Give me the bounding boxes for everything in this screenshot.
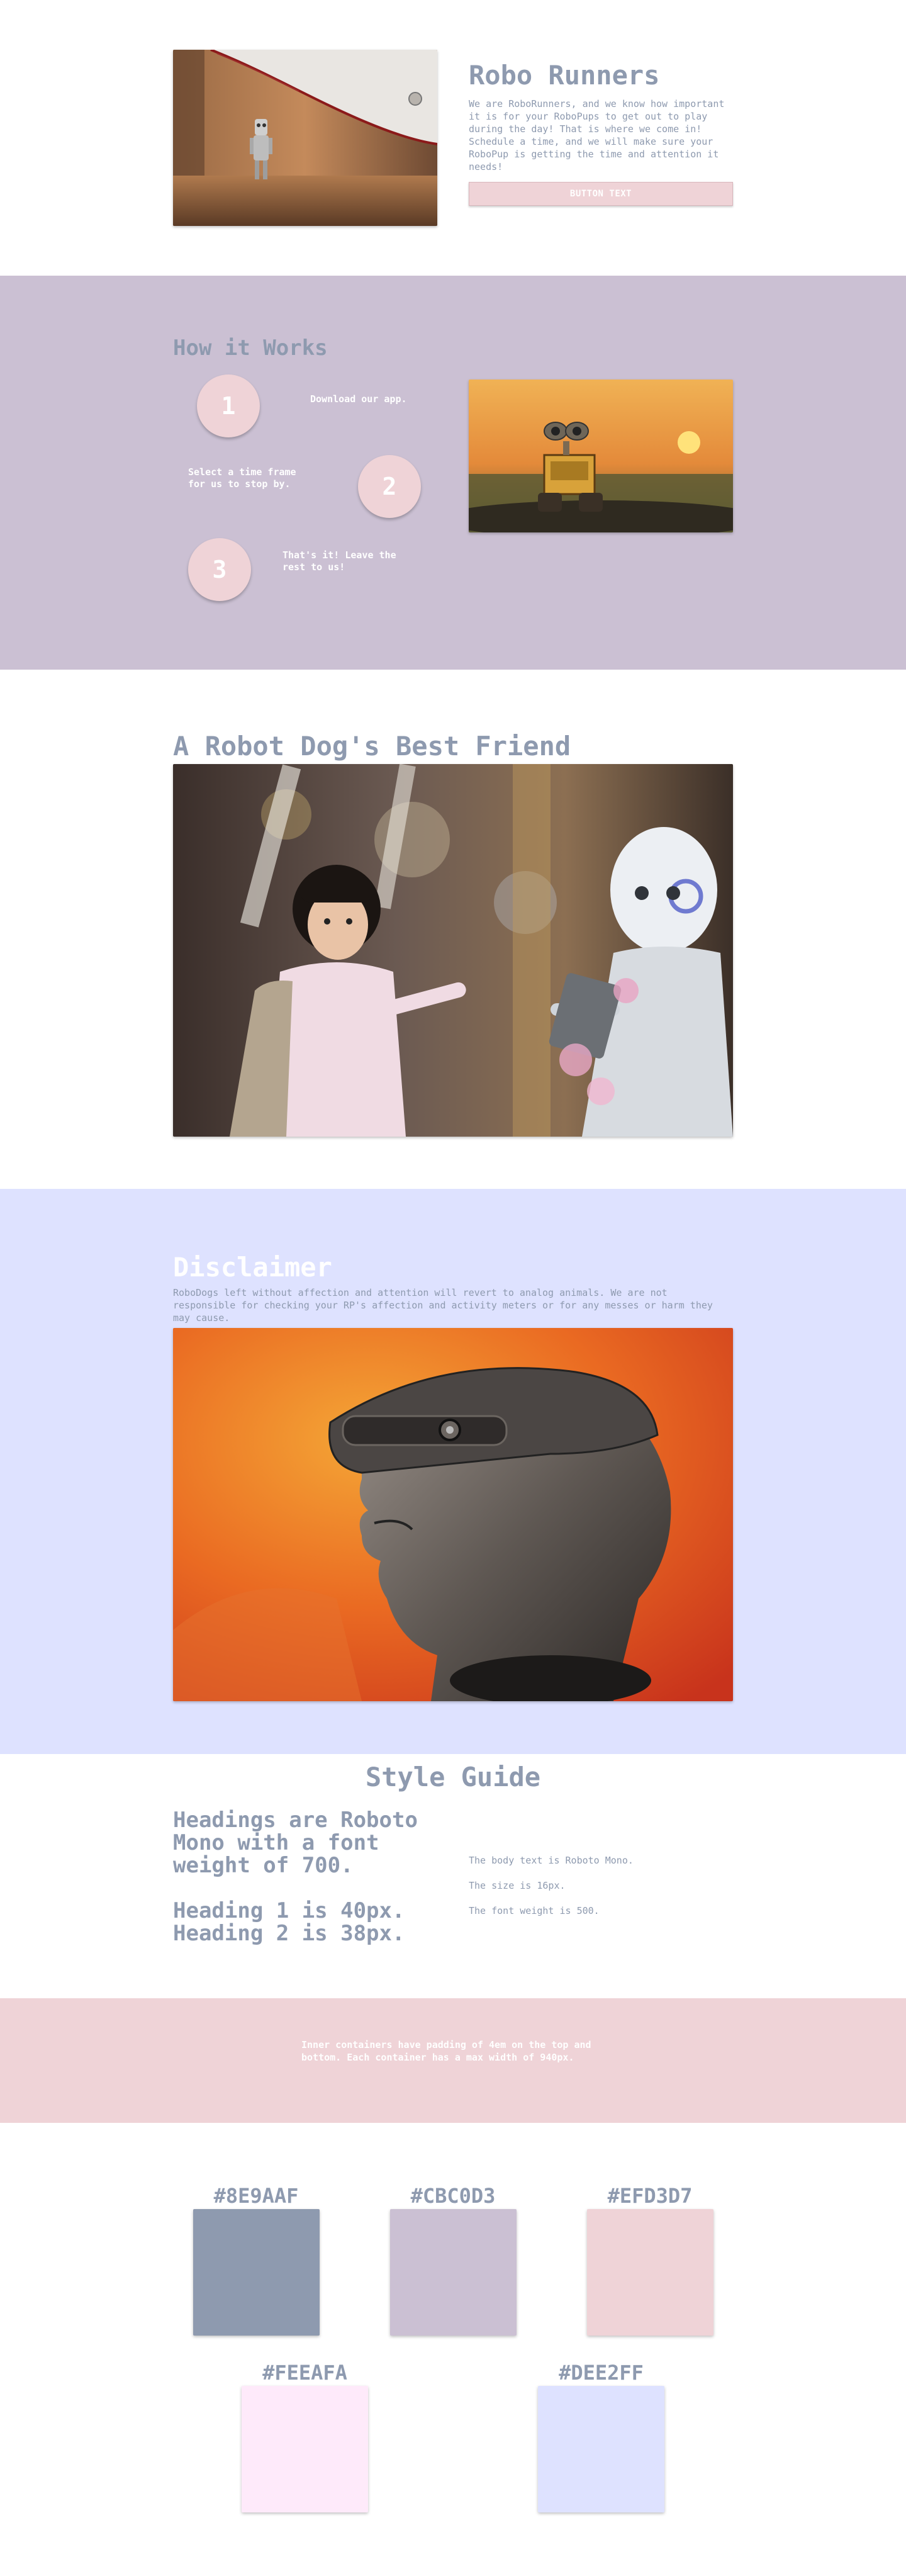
swatch-lilac: #CBC0D3 bbox=[389, 2184, 517, 2336]
best-friend-image bbox=[173, 764, 733, 1137]
swatch-blush: #FEEAFA bbox=[242, 2361, 368, 2512]
heading-note-font: Headings are Roboto Mono with a font wei… bbox=[173, 1808, 418, 1878]
body-note-font: The body text is Roboto Mono. bbox=[469, 1855, 634, 1866]
page-title: Robo Runners bbox=[469, 60, 660, 91]
swatch-color-box bbox=[538, 2386, 664, 2512]
hero-text: Robo Runners We are RoboRunners, and we … bbox=[469, 50, 733, 226]
step-2-text: Select a time frame for us to stop by. bbox=[188, 466, 296, 490]
hero-description: We are RoboRunners, and we know how impo… bbox=[469, 98, 725, 173]
inner-container-note: Inner containers have padding of 4em on … bbox=[301, 2039, 591, 2063]
style-guide-section: Style Guide Headings are Roboto Mono wit… bbox=[0, 1754, 906, 1998]
swatch-label: #EFD3D7 bbox=[607, 2184, 693, 2208]
robot-under-sneaker-icon bbox=[173, 50, 437, 226]
disclaimer-heading: Disclaimer bbox=[173, 1252, 332, 1283]
how-it-works-section: How it Works 1 Download our app. Select … bbox=[0, 276, 906, 670]
swatch-color-box bbox=[242, 2386, 368, 2512]
swatch-color-box bbox=[389, 2209, 517, 2336]
swatch-color-box bbox=[586, 2209, 713, 2336]
inner-container-note-section: Inner containers have padding of 4em on … bbox=[0, 1998, 906, 2123]
hero-image bbox=[173, 50, 437, 226]
swatch-color-box bbox=[193, 2209, 320, 2336]
body-note-weight: The font weight is 500. bbox=[469, 1905, 600, 1916]
how-it-works-image bbox=[469, 380, 733, 532]
heading-note-sizes: Heading 1 is 40px. Heading 2 is 38px. bbox=[173, 1898, 405, 1946]
swatch-slate: #8E9AAF bbox=[193, 2184, 320, 2336]
swatch-label: #DEE2FF bbox=[559, 2361, 644, 2385]
heading-notes: Headings are Roboto Mono with a font wei… bbox=[173, 1809, 437, 1945]
how-it-works-heading: How it Works bbox=[173, 335, 328, 361]
wall-e-robot-icon bbox=[469, 380, 733, 532]
hero-section: Robo Runners We are RoboRunners, and we … bbox=[0, 0, 906, 276]
disclaimer-section: Disclaimer RoboDogs left without affecti… bbox=[0, 1189, 906, 1754]
step-2-circle: 2 bbox=[358, 455, 421, 518]
style-guide-heading: Style Guide bbox=[365, 1762, 541, 1792]
disclaimer-text: RoboDogs left without affection and atte… bbox=[173, 1287, 713, 1324]
disclaimer-image bbox=[173, 1328, 733, 1701]
best-friend-heading: A Robot Dog's Best Friend bbox=[173, 731, 571, 762]
cta-button[interactable]: BUTTON TEXT bbox=[469, 182, 733, 206]
girl-and-robot-icon bbox=[173, 764, 733, 1137]
color-swatches-section: #8E9AAF #CBC0D3 #EFD3D7 #FEEAFA #DEE2FF bbox=[0, 2123, 906, 2576]
step-3-text: That's it! Leave the rest to us! bbox=[282, 549, 396, 573]
swatch-periwinkle: #DEE2FF bbox=[538, 2361, 664, 2512]
body-notes: The body text is Roboto Mono. The size i… bbox=[469, 1809, 733, 1945]
swatch-label: #FEEAFA bbox=[262, 2361, 347, 2385]
body-note-size: The size is 16px. bbox=[469, 1880, 566, 1891]
swatch-label: #8E9AAF bbox=[213, 2184, 299, 2208]
step-1-text: Download our app. bbox=[310, 393, 407, 405]
step-1-circle: 1 bbox=[197, 374, 260, 437]
swatch-label: #CBC0D3 bbox=[410, 2184, 496, 2208]
step-3-circle: 3 bbox=[188, 538, 251, 601]
swatch-pink: #EFD3D7 bbox=[586, 2184, 713, 2336]
steps-list: 1 Download our app. Select a time frame … bbox=[173, 367, 437, 606]
best-friend-section: A Robot Dog's Best Friend bbox=[0, 670, 906, 1189]
vr-headset-mannequin-icon bbox=[173, 1328, 733, 1701]
